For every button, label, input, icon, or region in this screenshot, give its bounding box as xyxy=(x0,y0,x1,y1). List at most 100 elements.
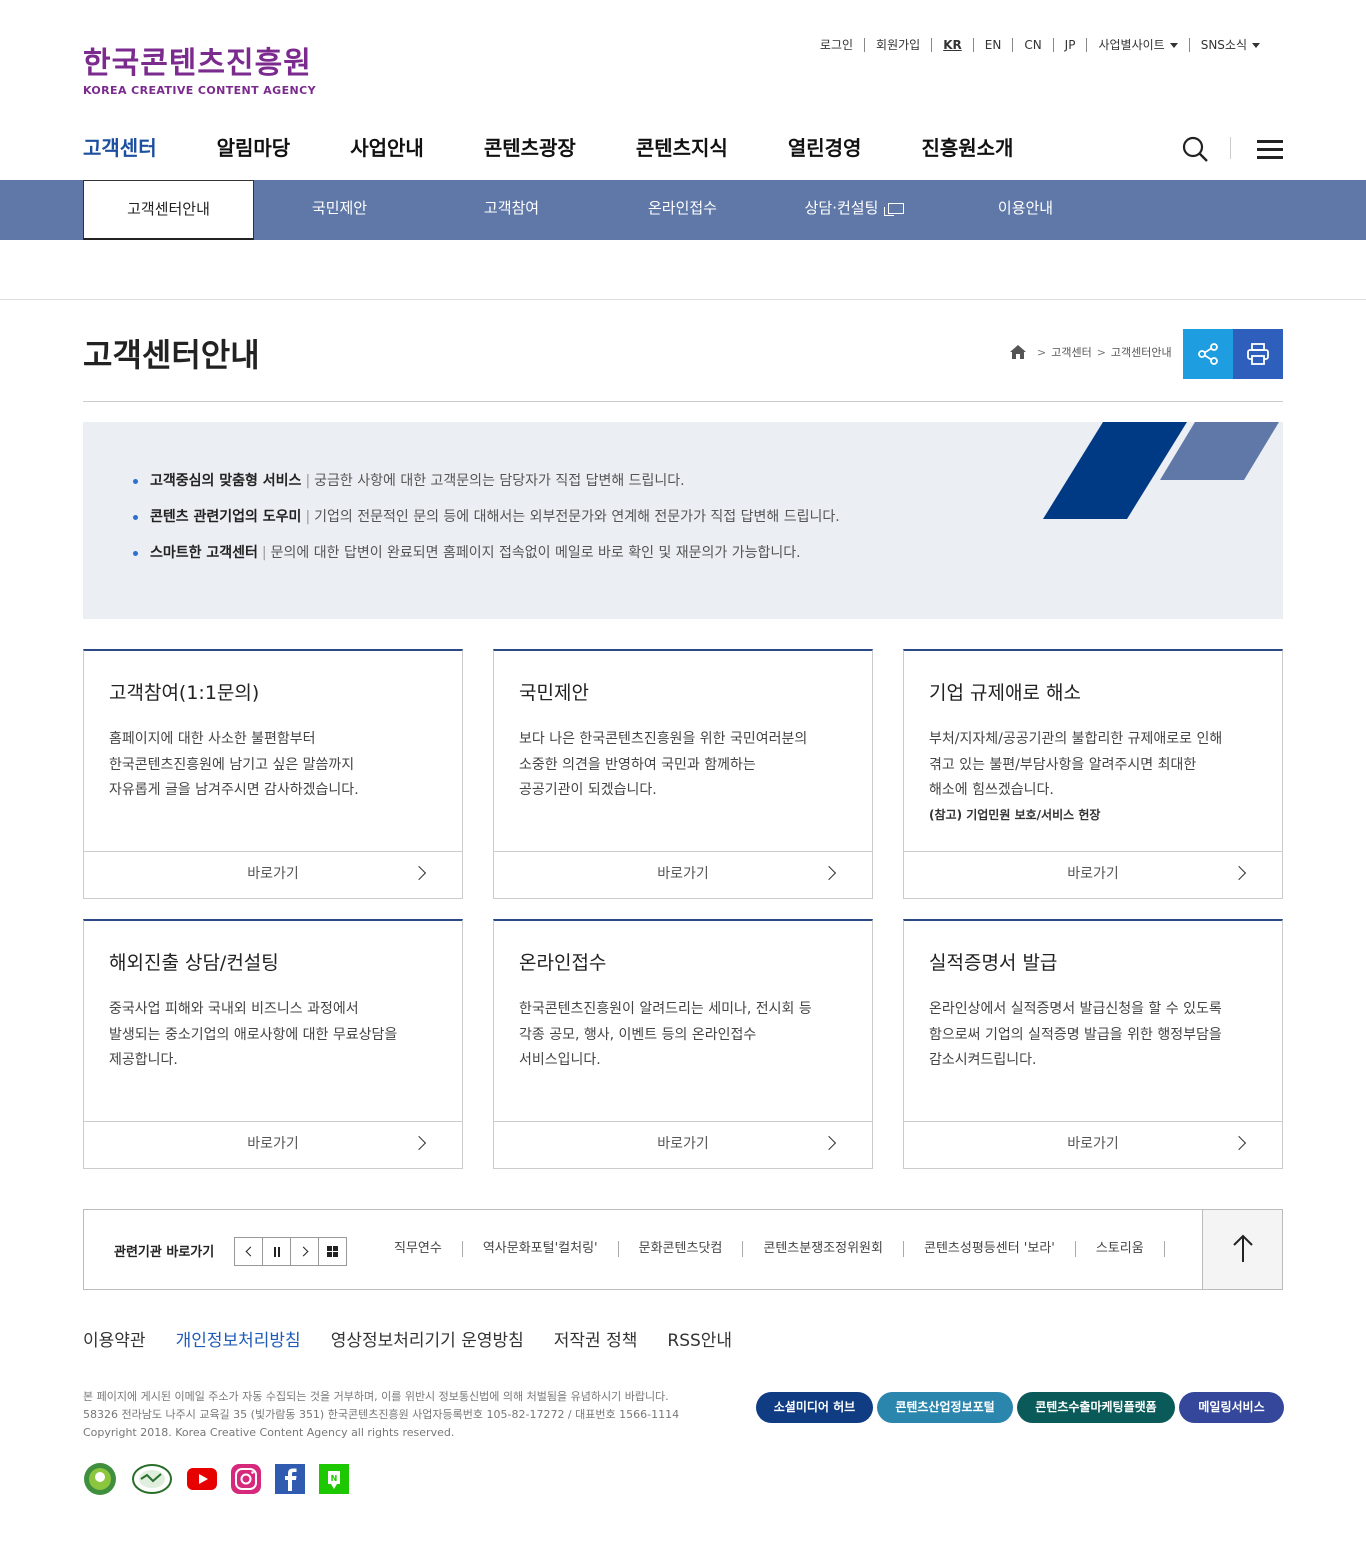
industry-portal-button[interactable]: 콘텐츠산업정보포털 xyxy=(877,1392,1013,1423)
gnb-customer-center[interactable]: 고객센터 xyxy=(83,134,157,162)
footer-link-privacy[interactable]: 개인정보처리방침 xyxy=(176,1326,301,1351)
signup-link[interactable]: 회원가입 xyxy=(865,38,933,52)
main-nav: 고객센터 알림마당 사업안내 콘텐츠광장 콘텐츠지식 열린경영 진흥원소개 xyxy=(83,134,1073,162)
breadcrumb-item[interactable]: 고객센터 xyxy=(1051,344,1091,360)
related-sites-label: 관련기관 바로가기 xyxy=(114,1245,215,1260)
chevron-right-icon xyxy=(821,1135,837,1151)
subnav-usage-guide[interactable]: 이용안내 xyxy=(940,180,1111,240)
subnav-consulting-label: 상담·컨설팅 xyxy=(804,199,879,217)
intro-item-title: 콘텐츠 관련기업의 도우미 xyxy=(150,509,302,525)
related-links: 직무연수 역사문화포털'컬처링' 문화콘텐츠닷컴 콘텐츠분쟁조정위원회 콘텐츠성… xyxy=(374,1241,1165,1257)
card-description: 중국사업 피해와 국내외 비즈니스 과정에서 발생되는 중소기업의 애로사항에 대… xyxy=(109,1001,398,1068)
gnb-open-management[interactable]: 열린경영 xyxy=(788,134,862,162)
lang-jp-link[interactable]: JP xyxy=(1054,38,1088,52)
related-link[interactable]: 콘텐츠성평등센터 '보라' xyxy=(904,1241,1076,1257)
breadcrumb-item[interactable]: 고객센터안내 xyxy=(1111,344,1172,360)
footer-link-terms[interactable]: 이용약관 xyxy=(83,1326,146,1351)
footer-link-cctv[interactable]: 영상정보처리기기 운영방침 xyxy=(331,1326,524,1351)
sub-nav: 고객센터안내 국민제안 고객참여 온라인접수 상담·컨설팅 이용안내 xyxy=(0,180,1366,240)
mailing-service-button[interactable]: 메일링서비스 xyxy=(1179,1392,1284,1423)
footer-link-copyright[interactable]: 저작권 정책 xyxy=(554,1326,638,1351)
go-label: 바로가기 xyxy=(1067,1136,1119,1152)
subnav-public-proposal[interactable]: 국민제안 xyxy=(254,180,425,240)
breadcrumb: > 고객센터 > 고객센터안내 xyxy=(1010,344,1172,360)
caret-down-icon xyxy=(1252,43,1260,48)
youtube-icon[interactable] xyxy=(187,1468,217,1494)
card-title: 해외진출 상담/컨설팅 xyxy=(109,952,279,974)
sns-dropdown[interactable]: SNS소식 xyxy=(1190,38,1271,52)
card-title: 국민제안 xyxy=(519,682,589,704)
related-link[interactable]: 역사문화포털'컬처링' xyxy=(463,1241,619,1257)
view-all-button[interactable] xyxy=(318,1237,347,1266)
subnav-customer-participation[interactable]: 고객참여 xyxy=(426,180,597,240)
facebook-icon[interactable] xyxy=(275,1464,305,1498)
search-icon[interactable] xyxy=(1182,136,1210,164)
sns-label: SNS소식 xyxy=(1200,38,1247,52)
footer-links: 이용약관 개인정보처리방침 영상정보처리기기 운영방침 저작권 정책 RSS안내 xyxy=(83,1326,762,1351)
lang-en-link[interactable]: EN xyxy=(974,38,1014,52)
go-label: 바로가기 xyxy=(247,866,299,882)
arrow-up-icon xyxy=(1233,1234,1253,1262)
chevron-right-icon xyxy=(1231,1135,1247,1151)
chevron-right-icon xyxy=(1231,865,1247,881)
card-description: 홈페이지에 대한 사소한 불편함부터 한국콘텐츠진흥원에 남기고 싶은 말씀까지 자… xyxy=(109,731,359,798)
go-button[interactable]: 바로가기 xyxy=(494,1121,872,1168)
card-note-link[interactable]: (참고) 기업민원 보호/서비스 헌장 xyxy=(929,806,1100,823)
list-item: 스마트한 고객센터 | 문의에 대한 답변이 완료되면 홈페이지 접속없이 메일로 … xyxy=(131,544,840,562)
web-accessibility-icon xyxy=(131,1462,173,1500)
chevron-right-icon: > xyxy=(1096,345,1106,359)
go-label: 바로가기 xyxy=(657,866,709,882)
hamburger-menu-icon[interactable] xyxy=(1257,140,1283,159)
gnb-business[interactable]: 사업안내 xyxy=(350,134,424,162)
page-title: 고객센터안내 xyxy=(83,336,260,374)
svg-text:N: N xyxy=(331,1474,338,1483)
footer-link-rss[interactable]: RSS안내 xyxy=(667,1326,732,1351)
naver-post-icon[interactable]: N xyxy=(319,1464,349,1498)
related-link[interactable]: 스토리움 xyxy=(1076,1241,1165,1257)
instagram-icon[interactable] xyxy=(231,1464,261,1498)
prev-button[interactable] xyxy=(234,1237,263,1266)
certification-and-sns: N xyxy=(83,1462,363,1500)
go-button[interactable]: 바로가기 xyxy=(84,851,462,898)
card-description: 온라인상에서 실적증명서 발급신청을 할 수 있도록 함으로써 기업의 실적증명 … xyxy=(929,1001,1222,1068)
go-button[interactable]: 바로가기 xyxy=(84,1121,462,1168)
lang-kr-link[interactable]: KR xyxy=(932,38,974,52)
business-sites-dropdown[interactable]: 사업별사이트 xyxy=(1087,38,1190,52)
go-button[interactable]: 바로가기 xyxy=(904,851,1282,898)
subnav-customer-center-info[interactable]: 고객센터안내 xyxy=(83,180,254,240)
gnb-about[interactable]: 진흥원소개 xyxy=(921,134,1013,162)
intro-item-text: 궁금한 사항에 대한 고객문의는 담당자가 직접 답변해 드립니다. xyxy=(314,473,685,489)
next-button[interactable] xyxy=(290,1237,319,1266)
export-platform-button[interactable]: 콘텐츠수출마케팅플랫폼 xyxy=(1017,1392,1175,1423)
chevron-right-icon xyxy=(821,865,837,881)
gnb-notice[interactable]: 알림마당 xyxy=(217,134,291,162)
divider xyxy=(0,299,1366,300)
related-link[interactable]: 직무연수 xyxy=(374,1241,463,1257)
go-button[interactable]: 바로가기 xyxy=(494,851,872,898)
intro-item-title: 고객중심의 맞춤형 서비스 xyxy=(150,473,302,489)
go-label: 바로가기 xyxy=(1067,866,1119,882)
scroll-top-button[interactable] xyxy=(1202,1210,1282,1289)
social-hub-button[interactable]: 소셜미디어 허브 xyxy=(756,1392,873,1423)
subnav-online-application[interactable]: 온라인접수 xyxy=(597,180,768,240)
card-description: 보다 나은 한국콘텐츠진흥원을 위한 국민여러분의 소중한 의견을 반영하여 국민… xyxy=(519,731,808,798)
related-link[interactable]: 문화콘텐츠닷컴 xyxy=(619,1241,744,1257)
decorative-graphic xyxy=(1043,422,1279,519)
login-link[interactable]: 로그인 xyxy=(809,38,866,52)
lang-cn-link[interactable]: CN xyxy=(1013,38,1054,52)
pause-button[interactable] xyxy=(262,1237,291,1266)
site-logo[interactable]: 한국콘텐츠진흥원 KOREA CREATIVE CONTENT AGENCY xyxy=(83,46,316,97)
footer-info-line: 58326 전라남도 나주시 교육길 35 (빛가람동 351) 한국콘텐츠진흥… xyxy=(83,1408,680,1421)
card-regulation-relief: 기업 규제애로 해소 부처/지자체/공공기관의 불합리한 규제애로로 인해 겪고 … xyxy=(903,649,1283,899)
gnb-content-square[interactable]: 콘텐츠광장 xyxy=(484,134,576,162)
share-icon xyxy=(1198,343,1218,365)
subnav-consulting[interactable]: 상담·컨설팅 xyxy=(769,180,940,240)
card-title: 온라인접수 xyxy=(519,952,607,974)
print-button[interactable] xyxy=(1233,329,1283,379)
share-button[interactable] xyxy=(1183,329,1233,379)
gnb-content-knowledge[interactable]: 콘텐츠지식 xyxy=(636,134,728,162)
home-icon[interactable] xyxy=(1010,345,1026,359)
chevron-right-icon xyxy=(411,865,427,881)
go-button[interactable]: 바로가기 xyxy=(904,1121,1282,1168)
related-link[interactable]: 콘텐츠분쟁조정위원회 xyxy=(743,1241,904,1257)
